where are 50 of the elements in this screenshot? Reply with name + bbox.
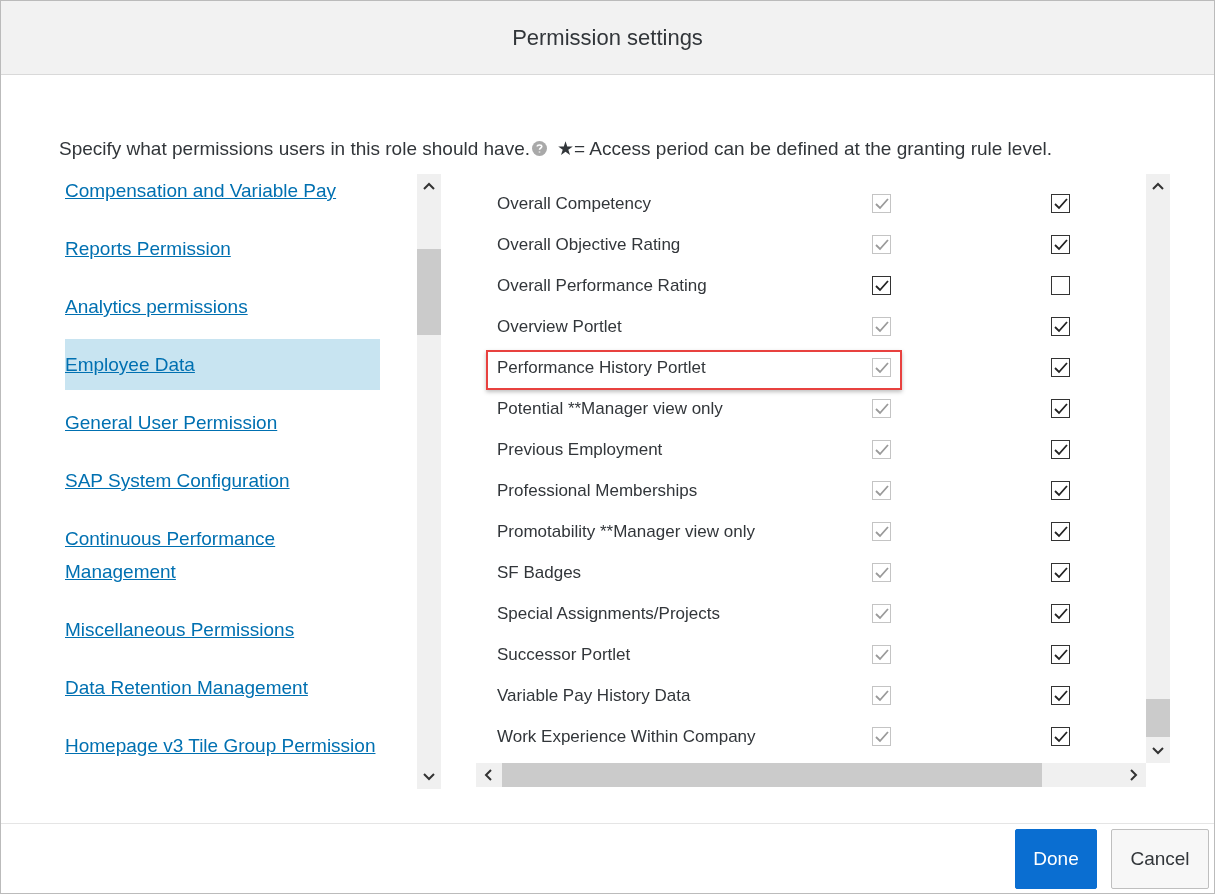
cancel-button[interactable]: Cancel [1111, 828, 1209, 889]
category-link[interactable]: General User Permission [65, 406, 380, 439]
selected-category-link[interactable]: Employee Data [65, 339, 380, 390]
permission-label: Performance History Portlet [497, 357, 707, 378]
checkbox[interactable] [1051, 604, 1070, 623]
permission-label: Special Assignments/Projects [497, 603, 721, 624]
checkbox[interactable] [1051, 317, 1070, 336]
checkbox[interactable] [1051, 645, 1070, 664]
checkbox[interactable] [1051, 235, 1070, 254]
category-link[interactable]: SAP System Configuration [65, 464, 380, 497]
checkbox[interactable] [1051, 686, 1070, 705]
scrollbar[interactable] [1146, 174, 1170, 763]
category-link[interactable]: Continuous Performance Management [65, 522, 380, 588]
checkbox[interactable] [1051, 563, 1070, 582]
dialog-title: Permission settings [512, 24, 703, 51]
scrollbar[interactable] [417, 174, 441, 789]
permission-label: Variable Pay History Data [497, 685, 692, 706]
scrollbar-thumb[interactable] [502, 763, 1042, 787]
checkbox[interactable] [1051, 358, 1070, 377]
category-link[interactable]: Analytics permissions [65, 290, 380, 323]
horizontal-scrollbar[interactable] [476, 763, 1146, 787]
permission-label: Overall Competency [497, 193, 652, 214]
checkbox[interactable] [1051, 194, 1070, 213]
permission-label: Professional Memberships [497, 480, 699, 501]
scrollbar-thumb[interactable] [1146, 699, 1170, 737]
category-link[interactable]: Compensation and Variable Pay [65, 174, 380, 207]
checkbox[interactable] [1051, 440, 1070, 459]
category-link[interactable]: Homepage v3 Tile Group Permission [65, 729, 380, 762]
permission-label: Work Experience Within Company [497, 726, 757, 747]
description-text: Specify what permissions users in this role should have. [59, 137, 530, 160]
checkbox[interactable] [1051, 727, 1070, 746]
category-link[interactable]: Data Retention Management [65, 671, 380, 704]
checkbox[interactable] [1051, 522, 1070, 541]
permission-label: Potential **Manager view only [497, 398, 724, 419]
permission-label: Overall Objective Rating [497, 234, 682, 255]
note-text: ★= Access period can be defined at the granting rule level. [557, 137, 1052, 160]
category-link[interactable]: Miscellaneous Permissions [65, 613, 380, 646]
permission-label: Promotability **Manager view only [497, 521, 756, 542]
category-link[interactable]: Reports Permission [65, 232, 380, 265]
done-button[interactable]: Done [1015, 828, 1097, 889]
checkbox[interactable] [872, 276, 891, 295]
permission-label: SF Badges [497, 562, 583, 583]
permission-label: Previous Employment [497, 439, 664, 460]
checkbox[interactable] [1051, 481, 1070, 500]
checkbox[interactable] [1051, 399, 1070, 418]
permission-label: Successor Portlet [497, 644, 632, 665]
scrollbar-thumb[interactable] [417, 248, 441, 335]
permission-label: Overview Portlet [497, 316, 623, 337]
checkbox[interactable] [1051, 276, 1070, 295]
permission-label: Overall Performance Rating [497, 275, 708, 296]
